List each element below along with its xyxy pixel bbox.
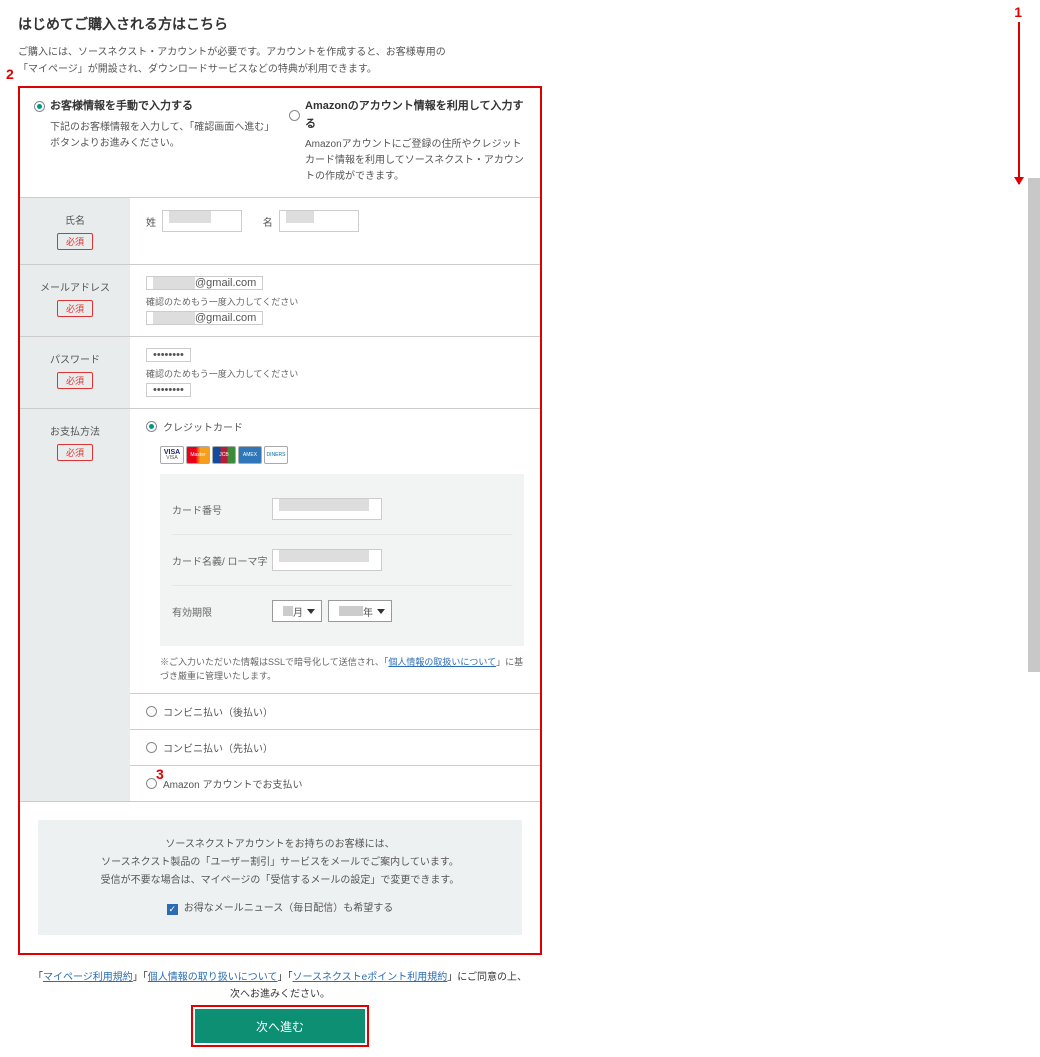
- payment-konbini-before[interactable]: コンビニ払い（先払い）: [130, 729, 540, 765]
- amazon-desc: Amazonアカウントにご登録の住所やクレジットカード情報を利用してソースネクス…: [289, 137, 526, 185]
- radio-icon: [146, 742, 157, 753]
- check-icon: ✓: [167, 904, 178, 915]
- required-badge: 必須: [57, 444, 93, 461]
- required-badge: 必須: [57, 300, 93, 317]
- scrollbar[interactable]: [1028, 178, 1040, 672]
- promo-box: ソースネクストアカウントをお持ちのお客様には、 ソースネクスト製品の「ユーザー割…: [38, 820, 522, 935]
- mastercard-icon: Master: [186, 446, 210, 464]
- label-name: 氏名 必須: [20, 198, 130, 264]
- payment-konbini-after[interactable]: コンビニ払い（後払い）: [130, 693, 540, 729]
- radio-icon: [34, 101, 45, 112]
- visa-icon: VISAVISA: [160, 446, 184, 464]
- registration-form: お客様情報を手動で入力する 下記のお客様情報を入力して、「確認画面へ進む」ボタン…: [18, 86, 542, 955]
- email-confirm-hint: 確認のためもう一度入力してください: [146, 295, 524, 308]
- card-brand-logos: VISAVISA Master JCB AMEX DINERS: [130, 444, 540, 470]
- expiry-year-select[interactable]: 年: [328, 600, 392, 622]
- terms-epoint-link[interactable]: ソースネクストeポイント利用規約: [292, 972, 447, 983]
- email-input[interactable]: @gmail.com: [146, 276, 263, 290]
- callout-1: 1: [1014, 4, 1022, 184]
- payment-amazon[interactable]: Amazon アカウントでお支払い: [130, 765, 540, 801]
- label-email: メールアドレス 必須: [20, 265, 130, 336]
- terms-privacy-link[interactable]: 個人情報の取り扱いについて: [148, 972, 278, 983]
- label-expiry: 有効期限: [172, 604, 272, 619]
- arrow-down-icon: [1018, 22, 1020, 184]
- password-confirm-input[interactable]: ••••••••: [146, 383, 191, 397]
- ssl-note: ※ご入力いただいた情報はSSLで暗号化して送信され、「個人情報の取扱いについて」…: [130, 656, 540, 693]
- label-password: パスワード 必須: [20, 337, 130, 408]
- radio-icon: [146, 706, 157, 717]
- radio-icon: [146, 421, 157, 432]
- manual-desc: 下記のお客様情報を入力して、「確認画面へ進む」ボタンよりお進みください。: [34, 120, 271, 152]
- required-badge: 必須: [57, 233, 93, 250]
- card-name-input[interactable]: [272, 549, 382, 571]
- payment-credit-card[interactable]: クレジットカード: [130, 409, 540, 444]
- card-number-input[interactable]: [272, 498, 382, 520]
- input-method-amazon[interactable]: Amazonのアカウント情報を利用して入力する: [289, 98, 526, 133]
- password-input[interactable]: ••••••••: [146, 348, 191, 362]
- radio-icon: [289, 110, 300, 121]
- label-sei: 姓: [146, 214, 156, 229]
- submit-button[interactable]: 次へ進む: [195, 1009, 365, 1043]
- lastname-input[interactable]: [162, 210, 242, 232]
- firstname-input[interactable]: [279, 210, 359, 232]
- privacy-link[interactable]: 個人情報の取扱いについて: [388, 657, 496, 667]
- label-card-number: カード番号: [172, 502, 272, 517]
- email-confirm-input[interactable]: @gmail.com: [146, 311, 263, 325]
- agreement-text: 「マイページ利用規約」「個人情報の取り扱いについて」「ソースネクストeポイント利…: [18, 969, 542, 1003]
- expiry-month-select[interactable]: 月: [272, 600, 322, 622]
- input-method-manual[interactable]: お客様情報を手動で入力する: [34, 98, 271, 116]
- password-confirm-hint: 確認のためもう一度入力してください: [146, 367, 524, 380]
- label-payment: お支払方法 必須: [20, 409, 130, 801]
- terms-mypage-link[interactable]: マイページ利用規約: [43, 972, 133, 983]
- label-mei: 名: [263, 214, 273, 229]
- required-badge: 必須: [57, 372, 93, 389]
- page-title: はじめてご購入される方はこちら: [18, 14, 542, 34]
- callout-2: 2: [6, 66, 14, 82]
- intro-text: ご購入には、ソースネクスト・アカウントが必要です。アカウントを作成すると、お客様…: [18, 44, 542, 78]
- diners-icon: DINERS: [264, 446, 288, 464]
- jcb-icon: JCB: [212, 446, 236, 464]
- newsletter-checkbox[interactable]: ✓ お得なメールニュース（毎日配信）も希望する: [167, 900, 394, 918]
- amex-icon: AMEX: [238, 446, 262, 464]
- label-card-name: カード名義/ ローマ字: [172, 553, 272, 568]
- callout-3: 3: [156, 766, 164, 782]
